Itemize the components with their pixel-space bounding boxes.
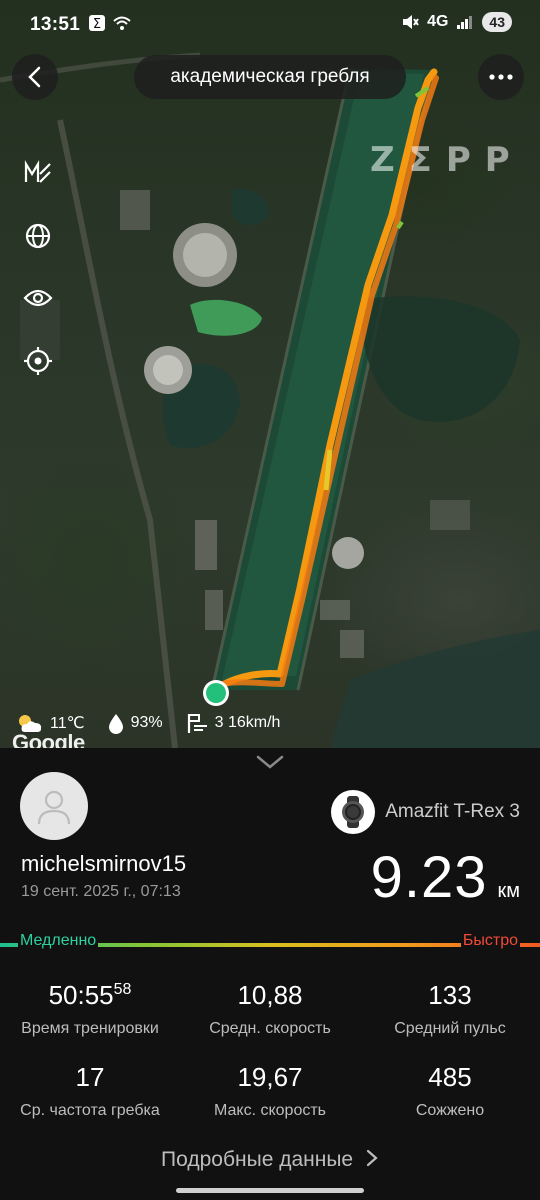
wifi-icon (113, 16, 131, 30)
eye-icon (23, 289, 53, 307)
workout-date: 19 сент. 2025 г., 07:13 (21, 883, 181, 900)
app-notification-icon: Σ (89, 15, 105, 32)
max-speed-label: Макс. скорость (213, 1102, 326, 1119)
back-button[interactable] (12, 54, 58, 100)
more-dots-icon (489, 74, 513, 80)
route-map[interactable]: 13:51 Σ 4G 43 академическая гребля ZΣPP … (0, 0, 540, 748)
locate-icon (24, 347, 52, 375)
humidity-drop-icon (108, 714, 123, 734)
user-avatar[interactable] (20, 772, 88, 840)
google-attribution: Google (12, 730, 85, 748)
avg-hr-label: Средний пульс (394, 1020, 506, 1037)
speed-legend-fast: Быстро (460, 932, 520, 950)
more-options-button[interactable] (478, 54, 524, 100)
calories-label: Сожжено (415, 1102, 485, 1119)
battery-level: 43 (482, 12, 512, 32)
device-name: Amazfit T-Rex 3 (385, 801, 520, 822)
duration-value: 50:55 (48, 980, 114, 1010)
username: michelsmirnov15 (21, 851, 187, 876)
stat-avg-speed: 10,88 Средн. скорость (180, 980, 360, 1038)
distance-unit: км (497, 880, 521, 902)
watch-icon (331, 790, 376, 834)
mute-icon (403, 15, 419, 29)
workout-summary-panel: Amazfit T-Rex 3 michelsmirnov15 19 сент.… (0, 748, 540, 1200)
device-info: Amazfit T-Rex 3 (331, 790, 520, 834)
start-point-marker (203, 680, 229, 706)
duration-seconds: 58 (113, 981, 132, 998)
status-time: 13:51 (30, 14, 81, 35)
globe-icon (25, 223, 51, 249)
distance-markers-toggle[interactable] (20, 154, 56, 190)
weather-humidity: 93% (107, 712, 163, 734)
details-link[interactable]: Подробные данные (0, 1148, 540, 1172)
distance-marker-icon (24, 160, 51, 183)
network-type: 4G (427, 13, 449, 30)
avg-hr-value: 133 (428, 980, 472, 1010)
status-right-icons: 4G 43 (401, 12, 512, 32)
stat-calories: 485 Сожжено (360, 1062, 540, 1120)
avg-speed-value: 10,88 (237, 980, 303, 1010)
person-icon (37, 790, 71, 825)
total-distance: 9.23 км (371, 844, 520, 911)
collapse-chevron-icon[interactable] (256, 754, 284, 770)
stroke-rate-label: Ср. частота гребка (20, 1102, 160, 1119)
zepp-watermark: ZΣPP (370, 140, 524, 180)
workout-title[interactable]: академическая гребля (134, 55, 406, 99)
status-bar: 13:51 Σ 4G 43 (0, 0, 540, 50)
wind-flag-icon (187, 714, 207, 733)
stat-duration: 50:5558 Время тренировки (0, 980, 180, 1038)
svg-text:Σ: Σ (93, 17, 101, 32)
status-left-icons: Σ (88, 14, 132, 32)
distance-value: 9.23 (370, 845, 488, 910)
avg-speed-label: Средн. скорость (209, 1020, 331, 1037)
recenter-button[interactable] (20, 343, 56, 379)
map-layer-button[interactable] (20, 218, 56, 254)
speed-legend-slow: Медленно (18, 932, 99, 950)
calories-value: 485 (428, 1062, 472, 1092)
max-speed-value: 19,67 (237, 1062, 303, 1092)
duration-label: Время тренировки (21, 1020, 159, 1037)
details-link-label: Подробные данные (161, 1148, 354, 1171)
signal-icon (457, 16, 473, 29)
stat-stroke-rate: 17 Ср. частота гребка (0, 1062, 180, 1120)
wind-value: 3 16km/h (214, 714, 281, 731)
home-indicator[interactable] (176, 1188, 364, 1193)
humidity-value: 93% (130, 714, 163, 731)
visibility-toggle[interactable] (20, 280, 56, 316)
satellite-map-image (0, 52, 540, 748)
stat-max-speed: 19,67 Макс. скорость (180, 1062, 360, 1120)
stat-avg-hr: 133 Средний пульс (360, 980, 540, 1038)
weather-wind: 3 16km/h (185, 712, 281, 734)
chevron-right-icon (366, 1149, 378, 1167)
stroke-rate-value: 17 (75, 1062, 105, 1092)
chevron-left-icon (28, 66, 41, 88)
